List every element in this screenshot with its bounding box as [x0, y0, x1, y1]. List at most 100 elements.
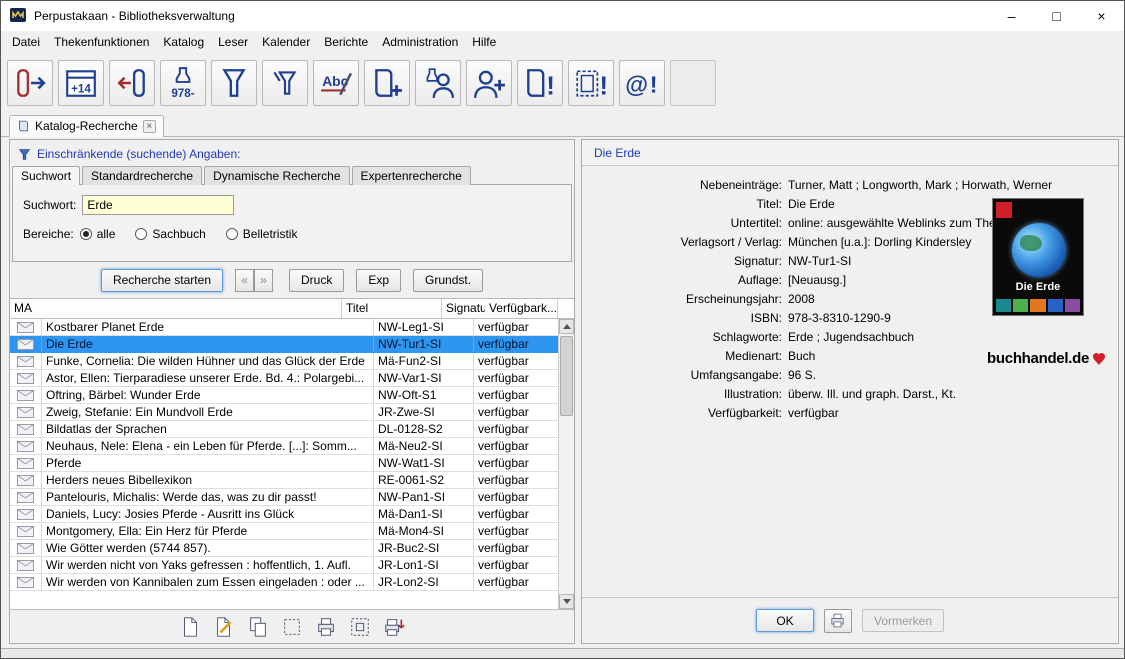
search-tab[interactable]: Expertenrecherche	[352, 166, 471, 185]
menu-item[interactable]: Thekenfunktionen	[47, 32, 156, 52]
scope-radio-option[interactable]: Sachbuch	[135, 227, 205, 241]
table-row[interactable]: Pferde NW-Wat1-SI verfügbar	[10, 455, 560, 472]
row-title: Herders neues Bibellexikon	[42, 472, 374, 488]
email-alert-button[interactable]: @!	[619, 60, 665, 106]
prev-result-button[interactable]: «	[235, 269, 254, 292]
spellcheck-icon: Abc	[319, 66, 353, 100]
row-signature: Mä-Dan1-SI	[374, 506, 474, 522]
copy-record-button[interactable]	[245, 614, 271, 640]
column-header[interactable]: Signatur	[442, 299, 485, 318]
add-reader-icon	[472, 66, 506, 100]
maximize-button[interactable]: □	[1034, 1, 1079, 31]
media-label-small-button[interactable]	[262, 60, 308, 106]
reader-card-button[interactable]	[415, 60, 461, 106]
menu-item[interactable]: Datei	[5, 32, 47, 52]
search-tab[interactable]: Standardrecherche	[82, 166, 202, 185]
results-header-row: MATitelSignaturVerfügbark...	[10, 299, 574, 319]
buchhandel-logo-text: buchhandel.de	[987, 350, 1089, 367]
scroll-up-button[interactable]	[559, 319, 574, 334]
column-header[interactable]: MA	[10, 299, 342, 318]
column-header[interactable]: Titel	[342, 299, 442, 318]
media-label-icon	[217, 66, 251, 100]
table-row[interactable]: Oftring, Bärbel: Wunder Erde NW-Oft-S1 v…	[10, 387, 560, 404]
book-cover: Die Erde	[992, 198, 1084, 316]
print-results-button[interactable]: Druck	[289, 269, 344, 292]
checkout-icon	[13, 66, 47, 100]
empty-toolbar-button	[670, 60, 716, 106]
default-settings-button[interactable]: Grundst.	[413, 269, 483, 292]
tab-katalog-recherche[interactable]: Katalog-Recherche ×	[9, 115, 164, 137]
checkout-button[interactable]	[7, 60, 53, 106]
minimize-button[interactable]: –	[989, 1, 1034, 31]
print-detail-button[interactable]	[824, 609, 852, 633]
table-row[interactable]: Wir werden nicht von Yaks gefressen : ho…	[10, 557, 560, 574]
spellcheck-button[interactable]: Abc	[313, 60, 359, 106]
buchhandel-logo[interactable]: buchhandel.de	[987, 350, 1106, 367]
svg-text:!: !	[546, 73, 555, 100]
row-title: Bildatlas der Sprachen	[42, 421, 374, 437]
add-media-button[interactable]	[364, 60, 410, 106]
close-button[interactable]: ×	[1079, 1, 1124, 31]
menu-item[interactable]: Leser	[211, 32, 255, 52]
next-result-button[interactable]: »	[254, 269, 273, 292]
extend-loan-button[interactable]: +14	[58, 60, 104, 106]
table-row[interactable]: Die Erde NW-Tur1-SI verfügbar	[10, 336, 560, 353]
tab-close-icon[interactable]: ×	[143, 120, 156, 133]
media-alert-button[interactable]: !	[517, 60, 563, 106]
scroll-down-button[interactable]	[559, 594, 574, 609]
table-row[interactable]: Kostbarer Planet Erde NW-Leg1-SI verfügb…	[10, 319, 560, 336]
table-row[interactable]: Wie Götter werden (5744 857). JR-Buc2-SI…	[10, 540, 560, 557]
add-reader-button[interactable]	[466, 60, 512, 106]
start-search-button[interactable]: Recherche starten	[101, 269, 223, 292]
stamp-alert-button[interactable]: !	[568, 60, 614, 106]
menu-item[interactable]: Katalog	[156, 32, 211, 52]
ok-button[interactable]: OK	[756, 609, 814, 632]
scope-radio-option[interactable]: Belletristik	[226, 227, 298, 241]
table-row[interactable]: Bildatlas der Sprachen DL-0128-S2 verfüg…	[10, 421, 560, 438]
print-export-button[interactable]	[381, 614, 407, 640]
field-label: ISBN:	[582, 309, 782, 328]
menu-item[interactable]: Kalender	[255, 32, 317, 52]
delete-record-button[interactable]	[279, 614, 305, 640]
scrollbar-thumb[interactable]	[560, 336, 573, 416]
search-tab[interactable]: Dynamische Recherche	[204, 166, 349, 185]
return-button[interactable]	[109, 60, 155, 106]
print-record-button[interactable]	[313, 614, 339, 640]
isbn-entry-button[interactable]: 978-	[160, 60, 206, 106]
radio-icon	[135, 228, 147, 240]
table-row[interactable]: Neuhaus, Nele: Elena - ein Leben für Pfe…	[10, 438, 560, 455]
table-row[interactable]: Zweig, Stefanie: Ein Mundvoll Erde JR-Zw…	[10, 404, 560, 421]
menu-item[interactable]: Hilfe	[465, 32, 503, 52]
filter-icon	[18, 148, 31, 161]
new-record-button[interactable]	[177, 614, 203, 640]
row-title: Wie Götter werden (5744 857).	[42, 540, 374, 556]
export-button[interactable]: Exp	[356, 269, 401, 292]
media-alert-icon: !	[523, 66, 557, 100]
keyword-input[interactable]	[82, 195, 234, 215]
cover-title: Die Erde	[993, 281, 1083, 293]
earth-image	[1012, 223, 1066, 277]
menu-item[interactable]: Berichte	[317, 32, 375, 52]
media-type-icon	[10, 574, 42, 590]
buchhandel-logo-icon	[1092, 352, 1106, 366]
scope-radio-option[interactable]: alle	[80, 227, 116, 241]
column-header[interactable]: Verfügbark...	[485, 299, 558, 318]
search-tab[interactable]: Suchwort	[12, 166, 80, 185]
media-type-icon	[10, 540, 42, 556]
menu-item[interactable]: Administration	[375, 32, 465, 52]
table-row[interactable]: Pantelouris, Michalis: Werde das, was zu…	[10, 489, 560, 506]
table-row[interactable]: Astor, Ellen: Tierparadiese unserer Erde…	[10, 370, 560, 387]
vertical-scrollbar[interactable]	[558, 319, 574, 609]
reserve-button[interactable]: Vormerken	[862, 609, 944, 632]
table-row[interactable]: Daniels, Lucy: Josies Pferde - Ausritt i…	[10, 506, 560, 523]
edit-record-button[interactable]	[211, 614, 237, 640]
selection-frame-button[interactable]	[347, 614, 373, 640]
table-row[interactable]: Wir werden von Kannibalen zum Essen eing…	[10, 574, 560, 591]
table-row[interactable]: Montgomery, Ella: Ein Herz für Pferde Mä…	[10, 523, 560, 540]
table-row[interactable]: Funke, Cornelia: Die wilden Hühner und d…	[10, 353, 560, 370]
row-availability: verfügbar	[474, 557, 560, 573]
search-actions: Recherche starten « » Druck Exp Grundst.	[10, 262, 574, 298]
field-label: Erscheinungsjahr:	[582, 290, 782, 309]
table-row[interactable]: Herders neues Bibellexikon RE-0061-S2 ve…	[10, 472, 560, 489]
media-label-button[interactable]	[211, 60, 257, 106]
